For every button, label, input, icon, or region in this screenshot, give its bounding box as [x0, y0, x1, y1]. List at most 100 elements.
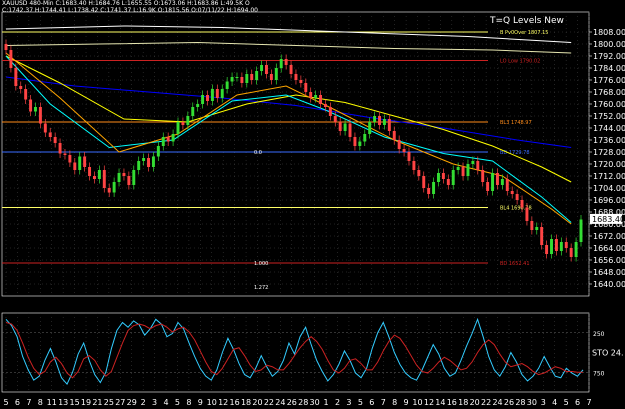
x-tick-label: 4 — [552, 398, 557, 407]
x-tick-label: 13 — [58, 398, 68, 407]
candle-body — [137, 161, 141, 170]
x-tick-label: 10 — [207, 398, 217, 407]
x-tick-label: 9 — [404, 398, 409, 407]
candle-body — [353, 137, 357, 146]
candle-body — [486, 182, 490, 191]
candle-body — [402, 149, 406, 152]
candle-body — [9, 50, 13, 68]
x-tick-label: 5 — [564, 398, 569, 407]
x-tick-label: 25 — [104, 398, 114, 407]
y-tick-label: 1808.00 — [593, 28, 625, 37]
candle-body — [559, 242, 563, 251]
candle-body — [564, 242, 568, 248]
candle-body — [525, 207, 529, 221]
x-tick-label: 15 — [69, 398, 79, 407]
symbol-info: XAUUSD 480-Min C:1683.40 H:1684.76 L:165… — [2, 0, 250, 7]
chart-window: 5 6 7 8 11 13 15 19 21 25 27 29 2 3 4 5 8 9 10 12 16 18 20 22 24… — [0, 0, 625, 409]
candle-body — [471, 161, 475, 164]
candle-body — [206, 95, 209, 101]
x-tick-label: 4 — [163, 398, 168, 407]
candle-body — [437, 173, 440, 182]
x-tick-label: 22 — [481, 398, 491, 407]
candle-body — [97, 170, 101, 179]
candle-body — [68, 155, 72, 163]
candle-body — [323, 104, 327, 107]
y-tick-label: 1720.00 — [593, 160, 625, 169]
candle-body — [397, 140, 401, 149]
candle-body — [215, 89, 219, 98]
x-tick-label: 3 — [346, 398, 351, 407]
candle-body — [279, 59, 283, 68]
candle-body — [220, 89, 224, 98]
y-tick-label: 1760.00 — [593, 100, 625, 109]
fib-label: 0.0 — [254, 150, 262, 156]
x-tick-label: 16 — [447, 398, 457, 407]
y-tick-label: 1800.00 — [593, 40, 625, 49]
candle-body — [382, 119, 386, 125]
candle-body — [171, 134, 175, 142]
candle-body — [107, 188, 111, 193]
x-tick-label: 9 — [198, 398, 203, 407]
candle-body — [48, 132, 52, 137]
candle-body — [38, 107, 42, 124]
candle-body — [269, 74, 273, 80]
x-tick-label: 11 — [47, 398, 57, 407]
x-tick-label: 27 — [115, 398, 125, 407]
level-label: B Pv0Over 1807.15 — [500, 30, 548, 36]
x-tick-label: 21 — [92, 398, 102, 407]
moving-average-line — [5, 25, 572, 43]
x-tick-label: 12 — [424, 398, 434, 407]
x-tick-label: 14 — [435, 398, 445, 407]
candle-body — [378, 116, 381, 125]
x-tick-label: 8 — [38, 398, 43, 407]
candle-body — [250, 74, 254, 80]
candle-body — [373, 116, 377, 122]
candle-body — [83, 156, 87, 167]
candle-body — [451, 170, 455, 185]
x-tick-label: 7 — [381, 398, 386, 407]
y-tick-label: 1704.00 — [593, 184, 625, 193]
candle-body — [550, 239, 553, 254]
stoch-k-line — [5, 317, 584, 386]
candle-body — [166, 137, 170, 142]
candle-body — [466, 164, 470, 176]
candle-body — [540, 227, 544, 245]
candle-body — [34, 107, 37, 112]
candle-body — [569, 248, 573, 257]
y-tick-label: 1784.00 — [593, 64, 625, 73]
x-tick-label: 3 — [152, 398, 157, 407]
stoch-label: STO 24. — [592, 349, 624, 358]
x-tick-label: 8 — [186, 398, 191, 407]
candle-body — [225, 81, 229, 89]
candle-body — [63, 153, 67, 155]
candle-body — [319, 95, 323, 104]
x-tick-label: 6 — [575, 398, 580, 407]
x-tick-label: 7 — [26, 398, 31, 407]
candle-body — [461, 167, 465, 176]
x-tick-label: 22 — [264, 398, 274, 407]
x-tick-label: 6 — [15, 398, 20, 407]
candle-body — [427, 188, 431, 194]
candle-body — [333, 116, 337, 122]
candle-body — [156, 146, 160, 157]
candle-body — [191, 107, 195, 116]
last-price-label: 1683.40 — [592, 215, 625, 224]
candle-body — [441, 173, 445, 179]
candle-body — [530, 221, 534, 230]
x-tick-label: 30 — [310, 398, 320, 407]
level-label: LO Low 1790.02 — [500, 59, 540, 65]
candle-body — [476, 161, 480, 170]
x-tick-label: 3 — [541, 398, 546, 407]
candle-body — [432, 182, 436, 194]
x-tick-label: 18 — [458, 398, 468, 407]
x-tick-label: 29 — [127, 398, 137, 407]
candle-body — [299, 80, 303, 83]
candle-body — [260, 65, 264, 71]
candle-body — [240, 77, 244, 83]
candle-body — [117, 173, 121, 182]
candle-body — [358, 141, 362, 146]
candle-body — [127, 176, 131, 185]
candle-body — [304, 83, 308, 92]
candle-body — [535, 227, 539, 230]
candle-body — [4, 44, 8, 50]
